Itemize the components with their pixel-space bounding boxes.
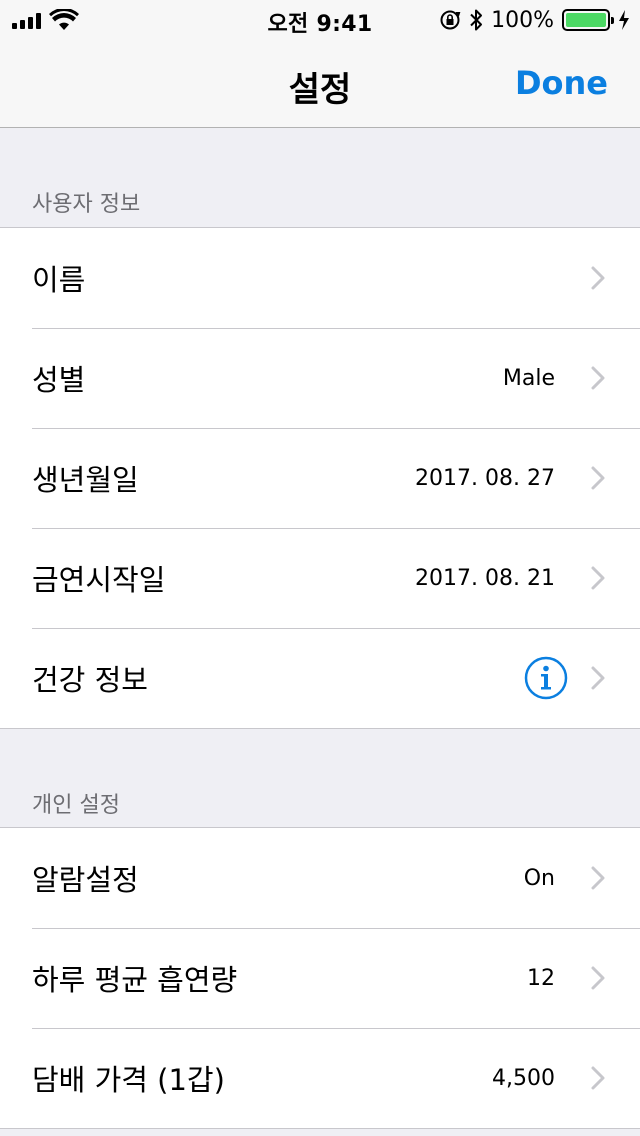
row-label: 생년월일 xyxy=(32,463,139,497)
row-label: 금연시작일 xyxy=(32,563,166,597)
section-header-user-info: 사용자 정보 xyxy=(32,192,141,217)
battery-icon xyxy=(562,9,614,31)
row-label: 건강 정보 xyxy=(32,663,148,697)
row-value: On xyxy=(523,865,555,891)
charging-icon xyxy=(619,10,629,30)
row-health-info[interactable]: 건강 정보 xyxy=(0,628,640,728)
orientation-lock-icon xyxy=(440,10,461,30)
row-quit-start-date[interactable]: 금연시작일 2017. 08. 21 xyxy=(0,528,640,628)
row-label: 알람설정 xyxy=(32,863,139,897)
row-label: 하루 평균 흡연량 xyxy=(32,963,238,997)
row-value: 4,500 xyxy=(492,1065,555,1091)
row-cigarette-price[interactable]: 담배 가격 (1갑) 4,500 xyxy=(0,1028,640,1128)
bluetooth-icon xyxy=(470,9,483,31)
personal-settings-group: 알람설정 On 하루 평균 흡연량 12 담배 가격 (1갑) 4,500 xyxy=(0,827,640,1129)
row-value: 12 xyxy=(527,965,555,991)
status-bar: 오전 9:41 100% xyxy=(0,0,640,40)
row-label: 성별 xyxy=(32,363,86,397)
row-birthdate[interactable]: 생년월일 2017. 08. 27 xyxy=(0,428,640,528)
battery-percent: 100% xyxy=(491,7,554,33)
row-value: Male xyxy=(502,365,555,391)
row-alarm-settings[interactable]: 알람설정 On xyxy=(0,828,640,928)
chevron-right-icon xyxy=(591,366,605,390)
chevron-right-icon xyxy=(591,1066,605,1090)
chevron-right-icon xyxy=(591,466,605,490)
row-name[interactable]: 이름 xyxy=(0,228,640,328)
user-info-group: 이름 성별 Male 생년월일 2017. 08. 27 금연시작일 2017.… xyxy=(0,227,640,729)
row-value: 2017. 08. 27 xyxy=(415,465,555,491)
row-label: 이름 xyxy=(32,263,86,297)
nav-bar: 설정 Done xyxy=(0,40,640,128)
status-right: 100% xyxy=(439,6,630,34)
section-header-personal-settings: 개인 설정 xyxy=(32,793,120,818)
info-icon[interactable] xyxy=(524,656,568,700)
done-button[interactable]: Done xyxy=(515,64,608,102)
row-value: 2017. 08. 21 xyxy=(415,565,555,591)
chevron-right-icon xyxy=(591,866,605,890)
chevron-right-icon xyxy=(591,966,605,990)
row-label: 담배 가격 (1갑) xyxy=(32,1063,225,1097)
chevron-right-icon xyxy=(591,666,605,690)
chevron-right-icon xyxy=(591,266,605,290)
row-gender[interactable]: 성별 Male xyxy=(0,328,640,428)
chevron-right-icon xyxy=(591,566,605,590)
row-daily-smoking[interactable]: 하루 평균 흡연량 12 xyxy=(0,928,640,1028)
